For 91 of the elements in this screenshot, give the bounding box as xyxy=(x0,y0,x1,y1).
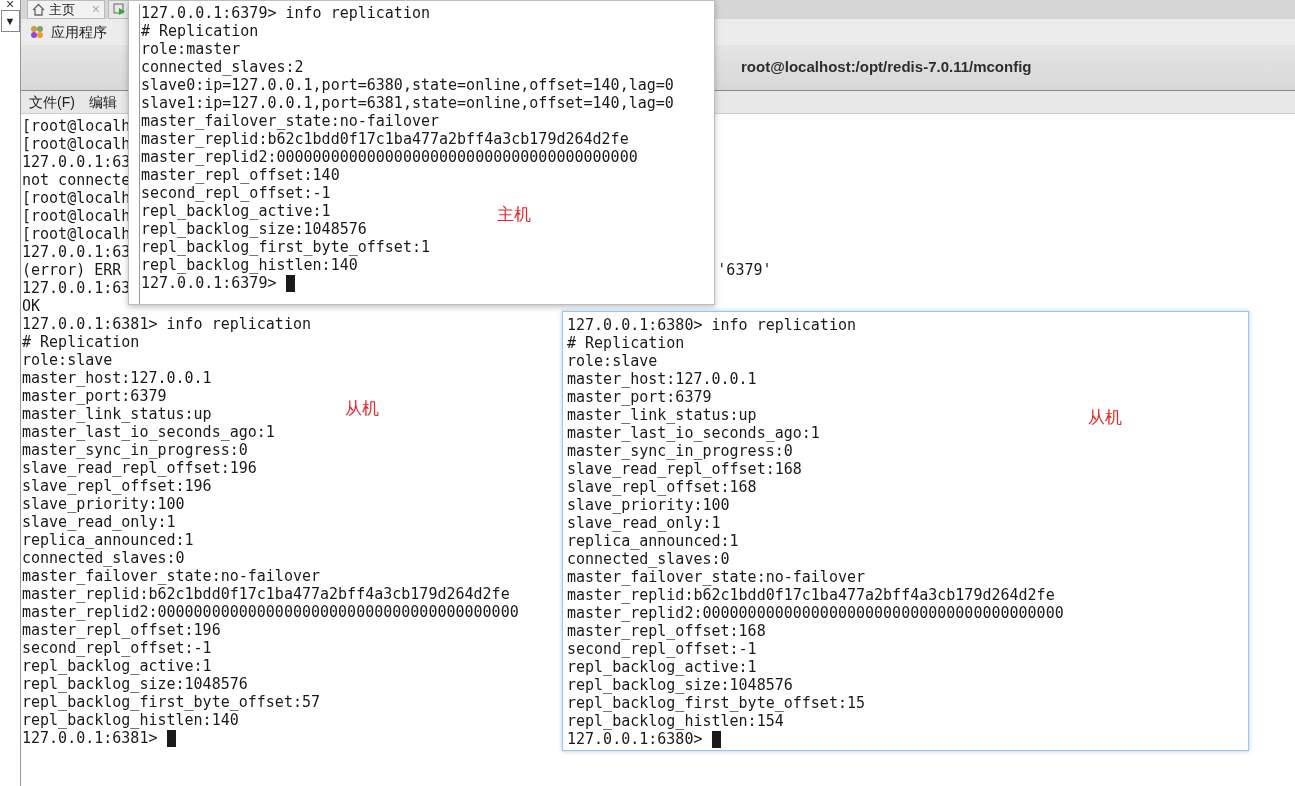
terminal-line: [root@localh xyxy=(22,225,131,243)
terminal-line: master_failover_state:no-failover xyxy=(141,112,439,130)
menu-item[interactable]: 编辑 xyxy=(88,91,117,113)
annotation-label: 从机 xyxy=(1088,407,1122,429)
terminal-line: 127.0.0.1:6380> xyxy=(567,730,704,748)
terminal-line: repl_backlog_histlen:140 xyxy=(22,711,239,729)
terminal-line: second_repl_offset:-1 xyxy=(567,640,757,658)
terminal-line: 127.0.0.1:6379> info replication xyxy=(141,4,430,22)
terminal-line: # Replication xyxy=(567,334,685,352)
terminal-line: role:master xyxy=(141,40,241,58)
terminal-line: master_port:6379 xyxy=(22,387,167,405)
terminal-line: master_replid:b62c1bdd0f17c1ba477a2bff4a3cb179d264d2fe xyxy=(567,586,1055,604)
terminal-line: master_sync_in_progress:0 xyxy=(22,441,248,459)
terminal-line: 127.0.0.1:63 xyxy=(22,153,131,171)
terminal-line: master_replid:b62c1bdd0f17c1ba477a2bff4a3cb179d264d2fe xyxy=(141,130,629,148)
terminal-line: slave_priority:100 xyxy=(567,496,730,514)
apps-icon xyxy=(29,24,45,40)
terminal-line: repl_backlog_size:1048576 xyxy=(22,675,248,693)
terminal-line: master_replid2:0000000000000000000000000000000000000000 xyxy=(141,148,638,166)
terminal-line: connected_slaves:0 xyxy=(567,550,730,568)
terminal-line: role:slave xyxy=(22,351,113,369)
app-menu-label[interactable]: 应用程序 xyxy=(51,21,107,43)
terminal-line: repl_backlog_first_byte_offset:15 xyxy=(567,694,865,712)
terminal-line: slave_read_only:1 xyxy=(567,514,721,532)
terminal-line: repl_backlog_active:1 xyxy=(22,657,212,675)
terminal-line: repl_backlog_size:1048576 xyxy=(141,220,367,238)
terminal-line: slave1:ip=127.0.0.1,port=6381,state=online,offset=140,lag=0 xyxy=(141,94,674,112)
terminal-line: not connecte xyxy=(22,171,131,189)
terminal-line: master_failover_state:no-failover xyxy=(22,567,320,585)
terminal-line: replica_announced:1 xyxy=(567,532,739,550)
window-title: root@localhost:/opt/redis-7.0.11/mconfig xyxy=(741,57,1032,78)
terminal-line: master_link_status:up xyxy=(567,406,757,424)
terminal-line: master_sync_in_progress:0 xyxy=(567,442,793,460)
dropdown-button[interactable]: ▼ xyxy=(0,10,20,32)
terminal-line: [root@localh xyxy=(22,117,131,135)
terminal-line: master_replid2:0000000000000000000000000000000000000000 xyxy=(22,603,519,621)
terminal-line: second_repl_offset:-1 xyxy=(141,184,331,202)
terminal-line: master_repl_offset:168 xyxy=(567,622,766,640)
terminal-line: master_replid:b62c1bdd0f17c1ba477a2bff4a3cb179d264d2fe xyxy=(22,585,510,603)
terminal-line: 127.0.0.1:6380> info replication xyxy=(567,316,856,334)
terminal-line: slave_read_repl_offset:168 xyxy=(567,460,802,478)
terminal-line: repl_backlog_size:1048576 xyxy=(567,676,793,694)
terminal-line: slave_priority:100 xyxy=(22,495,185,513)
terminal-line: # Replication xyxy=(22,333,140,351)
terminal-line: # Replication xyxy=(141,22,259,40)
terminal-line: master_host:127.0.0.1 xyxy=(567,370,757,388)
terminal-line: connected_slaves:0 xyxy=(22,549,185,567)
terminal-line: repl_backlog_first_byte_offset:1 xyxy=(141,238,430,256)
home-icon xyxy=(32,3,45,16)
terminal-line: master_replid2:0000000000000000000000000000000000000000 xyxy=(567,604,1064,622)
terminal-line: 127.0.0.1:63 xyxy=(22,243,131,261)
browser-tab[interactable]: 主页 × xyxy=(27,0,105,19)
window-icon xyxy=(112,3,126,16)
terminal-line: (error) ERR xyxy=(22,261,122,279)
terminal-line: repl_backlog_histlen:154 xyxy=(567,712,784,730)
terminal-line: OK xyxy=(22,297,41,315)
terminal-line: slave_read_repl_offset:196 xyxy=(22,459,257,477)
terminal-line: 127.0.0.1:63 xyxy=(22,279,131,297)
terminal-line: '6379' xyxy=(717,261,772,279)
terminal-line: connected_slaves:2 xyxy=(141,58,304,76)
terminal-line: slave0:ip=127.0.0.1,port=6380,state=online,offset=140,lag=0 xyxy=(141,76,674,94)
terminal-line: master_last_io_seconds_ago:1 xyxy=(22,423,275,441)
terminal-line: repl_backlog_histlen:140 xyxy=(141,256,358,274)
terminal-line: replica_announced:1 xyxy=(22,531,194,549)
menu-item[interactable]: 文件(F) xyxy=(29,91,75,113)
tab-label: 主页 xyxy=(49,0,75,19)
terminal-line: slave_repl_offset:168 xyxy=(567,478,757,496)
terminal-line: [root@localh xyxy=(22,189,131,207)
terminal-line: repl_backlog_active:1 xyxy=(141,202,331,220)
terminal-line: repl_backlog_active:1 xyxy=(567,658,757,676)
annotation-label: 主机 xyxy=(497,204,531,226)
terminal-line: 127.0.0.1:6381> info replication xyxy=(22,315,311,333)
annotation-label: 从机 xyxy=(345,398,379,420)
terminal-line: master_host:127.0.0.1 xyxy=(22,369,212,387)
terminal-line: master_last_io_seconds_ago:1 xyxy=(567,424,820,442)
terminal-line: master_link_status:up xyxy=(22,405,212,423)
terminal-line: role:slave xyxy=(567,352,658,370)
terminal-line: slave_read_only:1 xyxy=(22,513,176,531)
terminal-line: [root@localh xyxy=(22,207,131,225)
terminal-line: [root@localh xyxy=(22,135,131,153)
terminal-line: second_repl_offset:-1 xyxy=(22,639,212,657)
terminal-line: repl_backlog_first_byte_offset:57 xyxy=(22,693,320,711)
terminal-line: master_repl_offset:140 xyxy=(141,166,340,184)
terminal-line: 127.0.0.1:6379> xyxy=(141,274,278,292)
terminal-line: master_port:6379 xyxy=(567,388,712,406)
terminal-line: master_failover_state:no-failover xyxy=(567,568,865,586)
terminal-line: slave_repl_offset:196 xyxy=(22,477,212,495)
terminal-line: master_repl_offset:196 xyxy=(22,621,221,639)
terminal-line: 127.0.0.1:6381> xyxy=(22,729,159,747)
close-button[interactable]: × xyxy=(5,0,15,8)
browser-tab[interactable] xyxy=(108,0,130,19)
